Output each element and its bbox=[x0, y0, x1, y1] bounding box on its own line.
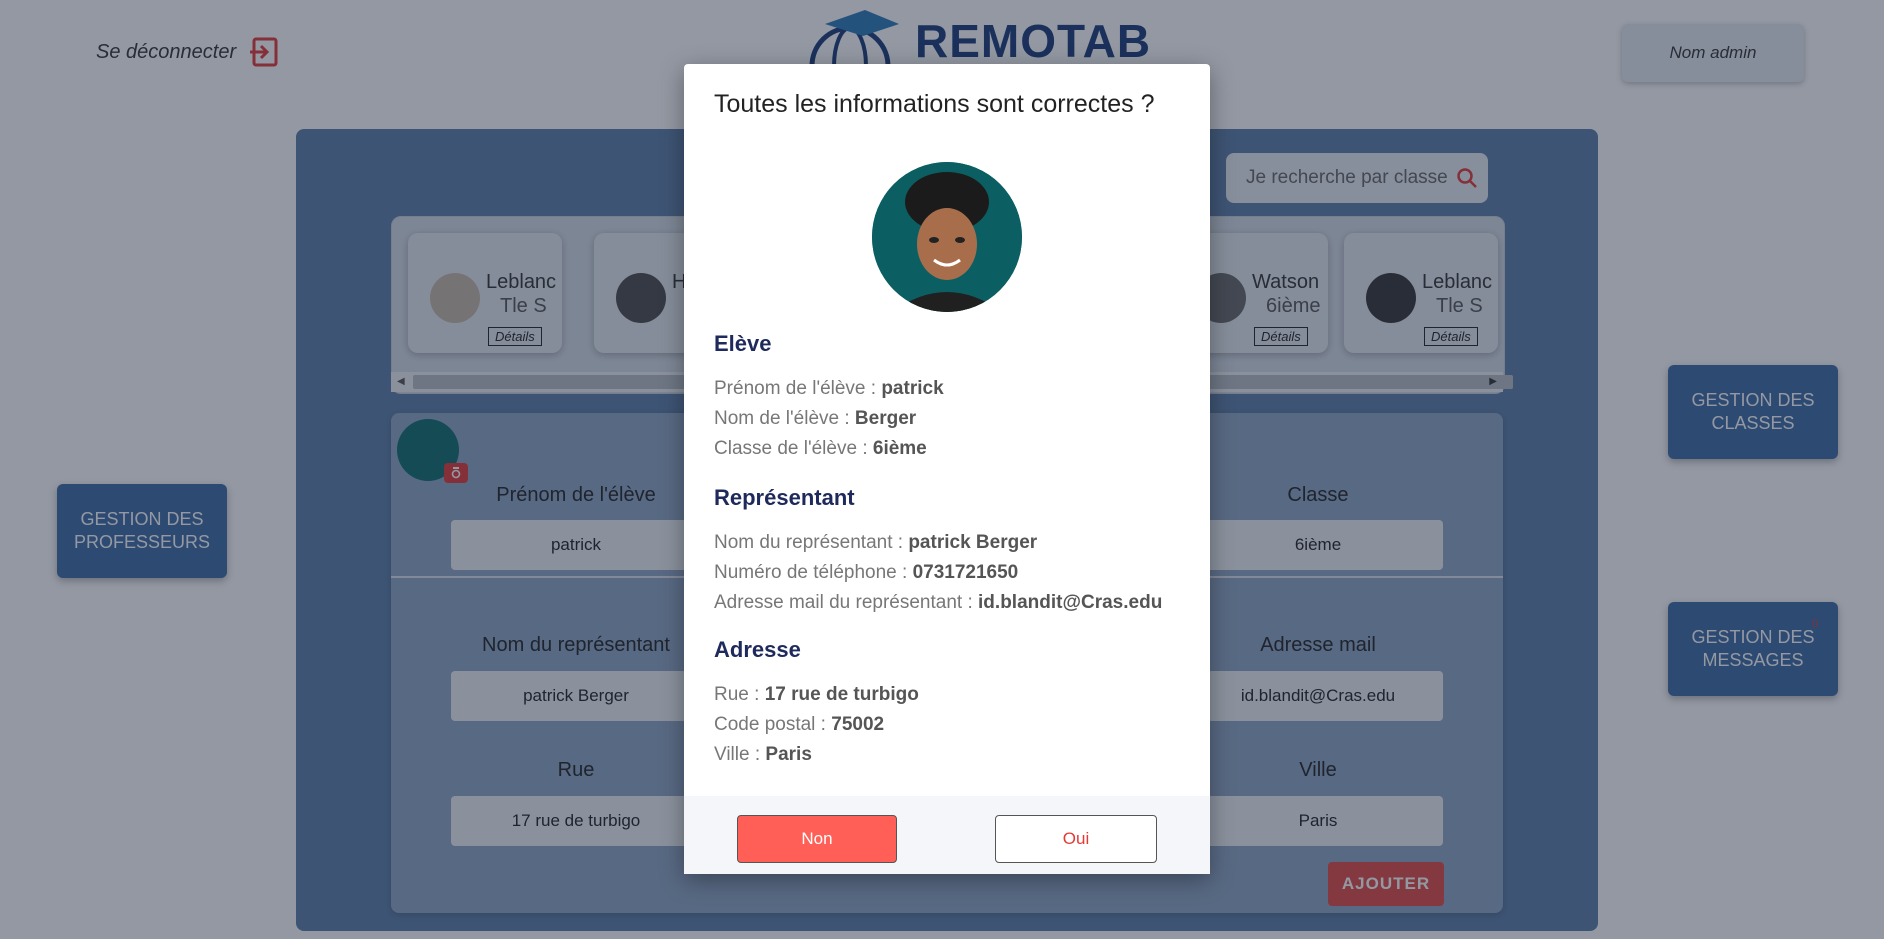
dialog-title: Toutes les informations sont correctes ? bbox=[714, 90, 1155, 118]
no-button[interactable]: Non bbox=[737, 815, 897, 863]
class-label: Classe de l'élève : bbox=[714, 438, 873, 459]
confirmation-dialog: Toutes les informations sont correctes ?… bbox=[684, 64, 1210, 874]
phone-value: 0731721650 bbox=[912, 562, 1019, 583]
postal-code-row: Code postal : 75002 bbox=[714, 714, 884, 736]
class-value: 6ième bbox=[872, 438, 927, 459]
first-name-row: Prénom de l'élève : patrick bbox=[714, 378, 944, 400]
email-label: Adresse mail du représentant : bbox=[714, 592, 979, 613]
street-label: Rue : bbox=[714, 684, 765, 705]
first-name-value: patrick bbox=[881, 378, 944, 399]
last-name-value: Berger bbox=[854, 408, 917, 429]
student-photo-large bbox=[872, 162, 1022, 312]
email-value: id.blandit@Cras.edu bbox=[978, 592, 1163, 613]
city-value: Paris bbox=[765, 744, 812, 765]
street-value: 17 rue de turbigo bbox=[764, 684, 919, 705]
city-label: Ville : bbox=[714, 744, 766, 765]
email-row: Adresse mail du représentant : id.blandi… bbox=[714, 592, 1162, 614]
street-row: Rue : 17 rue de turbigo bbox=[714, 684, 919, 706]
city-row: Ville : Paris bbox=[714, 744, 812, 766]
yes-button[interactable]: Oui bbox=[995, 815, 1157, 863]
rep-name-label: Nom du représentant : bbox=[714, 532, 909, 553]
postal-value: 75002 bbox=[831, 714, 885, 735]
last-name-row: Nom de l'élève : Berger bbox=[714, 408, 916, 430]
rep-name-row: Nom du représentant : patrick Berger bbox=[714, 532, 1037, 554]
rep-section-heading: Représentant bbox=[714, 485, 855, 510]
class-row: Classe de l'élève : 6ième bbox=[714, 438, 927, 460]
first-name-label: Prénom de l'élève : bbox=[714, 378, 882, 399]
address-section-heading: Adresse bbox=[714, 637, 801, 662]
postal-label: Code postal : bbox=[714, 714, 832, 735]
last-name-label: Nom de l'élève : bbox=[714, 408, 855, 429]
phone-row: Numéro de téléphone : 0731721650 bbox=[714, 562, 1018, 584]
rep-name-value: patrick Berger bbox=[908, 532, 1038, 553]
phone-label: Numéro de téléphone : bbox=[714, 562, 913, 583]
student-portrait-icon bbox=[872, 162, 1022, 312]
student-section-heading: Elève bbox=[714, 331, 772, 356]
